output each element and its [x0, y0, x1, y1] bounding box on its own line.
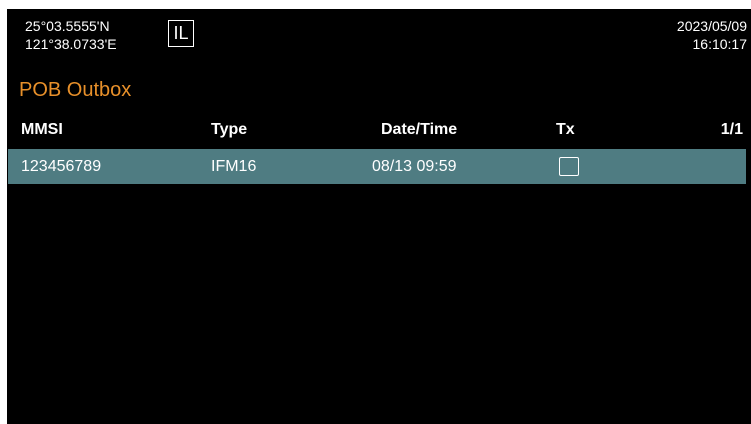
table-header: MMSI Type Date/Time Tx 1/1 [7, 121, 751, 145]
position-readout: 25°03.5555'N 121°38.0733'E [25, 17, 117, 53]
time-text: 16:10:17 [692, 36, 748, 52]
table-row[interactable]: 123456789 IFM16 08/13 09:59 [8, 149, 746, 184]
page-title: POB Outbox [19, 79, 132, 101]
longitude-text: 121°38.0733'E [25, 36, 117, 52]
mode-badge: IL [168, 20, 194, 47]
column-header-tx: Tx [556, 121, 575, 138]
latitude-text: 25°03.5555'N [25, 18, 110, 34]
column-header-datetime: Date/Time [381, 121, 458, 138]
date-text: 2023/05/09 [676, 18, 747, 34]
column-header-mmsi: MMSI [21, 121, 63, 138]
page-indicator: 1/1 [720, 121, 743, 138]
clock-readout: 2023/05/09 16:10:17 [677, 17, 747, 53]
row-type: IFM16 [211, 158, 257, 175]
device-screen: 25°03.5555'N 121°38.0733'E IL 2023/05/09… [7, 9, 751, 424]
row-mmsi: 123456789 [21, 158, 102, 175]
tx-checkbox[interactable] [559, 157, 579, 176]
column-header-type: Type [211, 121, 248, 138]
row-datetime: 08/13 09:59 [372, 158, 457, 175]
